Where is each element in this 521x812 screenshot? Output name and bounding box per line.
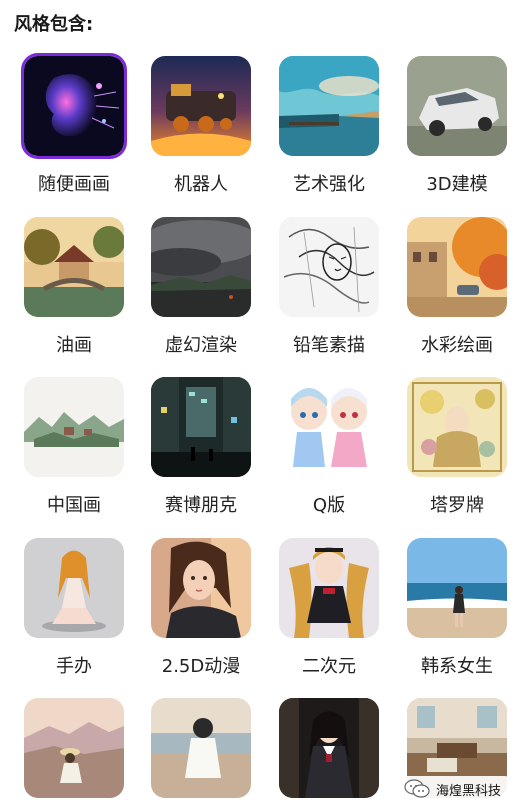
style-item-chinese-painting[interactable]: 中国画 <box>24 377 124 517</box>
steampunk-train-image <box>151 56 251 156</box>
pencil-sketch-image <box>279 217 379 317</box>
beach-girl-image <box>407 538 507 638</box>
style-item-art-enhance[interactable]: 艺术强化 <box>279 56 379 196</box>
mountain-sitting-person-image <box>24 698 124 798</box>
style-item-tarot[interactable]: 塔罗牌 <box>407 377 507 517</box>
style-label: 3D建模 <box>426 174 488 195</box>
style-item-unreal-render[interactable]: 虚幻渲染 <box>151 217 251 357</box>
style-label: 韩系女生 <box>421 656 493 677</box>
style-label: 虚幻渲染 <box>165 335 237 356</box>
uniform-girl-image <box>279 698 379 798</box>
style-item-figurine[interactable]: 手办 <box>24 538 124 678</box>
style-item-chibi[interactable]: Q版 <box>279 377 379 517</box>
style-item-2-5d-anime[interactable]: 2.5D动漫 <box>151 538 251 678</box>
style-grid: 随便画画 机器人 艺术强化 3D建模 油画 虚幻渲染 铅笔素描 水彩绘画 中国画… <box>0 0 521 808</box>
style-label: Q版 <box>312 495 346 516</box>
cyberpunk-city-image <box>151 377 251 477</box>
style-label: 手办 <box>56 656 92 677</box>
style-item-3d-model[interactable]: 3D建模 <box>407 56 507 196</box>
3d-car-image <box>407 56 507 156</box>
style-label: 铅笔素描 <box>293 335 365 356</box>
style-label: 塔罗牌 <box>430 495 484 516</box>
style-item-row5-3[interactable] <box>279 698 379 812</box>
sea-landscape-image <box>279 56 379 156</box>
style-label: 油画 <box>56 335 92 356</box>
style-item-row5-1[interactable] <box>24 698 124 812</box>
style-item-row5-2[interactable] <box>151 698 251 812</box>
style-label: 赛博朋克 <box>165 495 237 516</box>
style-label: 2.5D动漫 <box>161 656 241 677</box>
style-item-robot[interactable]: 机器人 <box>151 56 251 196</box>
chibi-characters-image <box>279 377 379 477</box>
style-item-pencil-sketch[interactable]: 铅笔素描 <box>279 217 379 357</box>
abstract-face-image <box>21 53 127 159</box>
style-label: 艺术强化 <box>293 174 365 195</box>
anime-girl-image <box>279 538 379 638</box>
style-item-korean-girl[interactable]: 韩系女生 <box>407 538 507 678</box>
style-label: 中国画 <box>47 495 101 516</box>
style-label: 机器人 <box>174 174 228 195</box>
style-item-anime[interactable]: 二次元 <box>279 538 379 678</box>
watermark: 海煌黑科技 <box>399 776 509 802</box>
style-item-oil-painting[interactable]: 油画 <box>24 217 124 357</box>
wechat-icon <box>404 779 430 798</box>
style-label: 随便画画 <box>38 174 110 195</box>
style-item-watercolor[interactable]: 水彩绘画 <box>407 217 507 357</box>
anime-portrait-image <box>151 538 251 638</box>
style-item-random[interactable]: 随便画画 <box>21 53 127 196</box>
style-label: 水彩绘画 <box>421 335 493 356</box>
style-label: 二次元 <box>302 656 356 677</box>
tarot-card-image <box>407 377 507 477</box>
figurine-image <box>24 538 124 638</box>
dark-cloud-landscape-image <box>151 217 251 317</box>
chinese-ink-landscape-image <box>24 377 124 477</box>
style-item-cyberpunk[interactable]: 赛博朋克 <box>151 377 251 517</box>
watermark-text: 海煌黑科技 <box>435 783 501 799</box>
seaside-girl-image <box>151 698 251 798</box>
oil-painting-village-image <box>24 217 124 317</box>
watercolor-street-image <box>407 217 507 317</box>
